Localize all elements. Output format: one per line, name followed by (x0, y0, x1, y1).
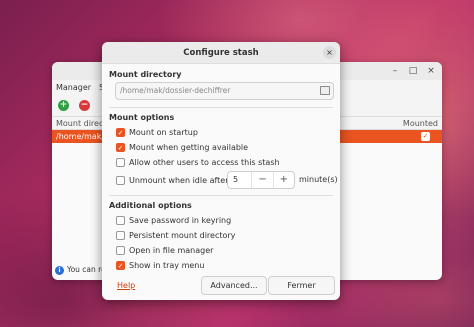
minimize-button[interactable]: – (388, 64, 402, 78)
option-label: Show in tray menu (129, 260, 205, 270)
option-allow-other-users[interactable]: Allow other users to access this stash (116, 156, 280, 168)
option-label: Allow other users to access this stash (129, 157, 280, 167)
option-show-in-tray-menu[interactable]: ✓ Show in tray menu (116, 259, 204, 271)
dialog-titlebar: Configure stash × (102, 42, 340, 64)
row-path: /home/mak/ (56, 132, 105, 141)
idle-minutes-stepper[interactable]: 5 − + (227, 171, 295, 189)
option-label: Unmount when idle after (129, 175, 229, 185)
option-label: Mount when getting available (129, 142, 249, 152)
checkbox-allow-other-users[interactable] (116, 157, 125, 167)
mount-directory-field[interactable]: /home/mak/dossier-dechiffrer (115, 82, 334, 100)
configure-stash-dialog: Configure stash × Mount directory /home/… (102, 42, 340, 300)
mounted-checkbox[interactable]: ✓ (421, 132, 430, 141)
option-persistent-mount-directory[interactable]: Persistent mount directory (116, 229, 235, 241)
close-button[interactable]: Fermer (268, 276, 335, 295)
checkbox-open-in-file-manager[interactable] (116, 245, 125, 255)
idle-minutes-value[interactable]: 5 (228, 172, 251, 188)
menu-manager[interactable]: Manager (56, 83, 91, 92)
remove-icon[interactable]: − (79, 99, 90, 111)
decrement-button[interactable]: − (251, 172, 272, 188)
option-unmount-when-idle[interactable]: Unmount when idle after (116, 174, 229, 186)
option-open-in-file-manager[interactable]: Open in file manager (116, 244, 213, 256)
minutes-unit: minute(s) (299, 175, 338, 184)
divider (109, 195, 333, 196)
folder-icon[interactable] (320, 86, 330, 95)
divider (109, 107, 333, 108)
option-label: Open in file manager (129, 245, 214, 255)
additional-options-title: Additional options (109, 201, 192, 210)
mount-directory-title: Mount directory (109, 70, 182, 79)
window-close-button[interactable]: × (424, 64, 438, 78)
option-label: Save password in keyring (129, 215, 232, 225)
checkbox-unmount-when-idle[interactable] (116, 175, 125, 185)
checkbox-mount-on-startup[interactable]: ✓ (116, 127, 125, 137)
checkbox-mount-when-available[interactable]: ✓ (116, 142, 125, 152)
checkbox-save-password[interactable] (116, 215, 125, 225)
option-label: Mount on startup (129, 127, 198, 137)
column-mount-directory[interactable]: Mount direc (56, 119, 103, 128)
mount-options-title: Mount options (109, 113, 175, 122)
checkbox-persistent-mount-directory[interactable] (116, 230, 125, 240)
increment-button[interactable]: + (272, 172, 294, 188)
status-text: You can re (67, 265, 106, 274)
dialog-title: Configure stash (183, 48, 259, 58)
add-icon[interactable]: + (58, 99, 69, 111)
option-mount-when-available[interactable]: ✓ Mount when getting available (116, 141, 248, 153)
option-mount-on-startup[interactable]: ✓ Mount on startup (116, 126, 198, 138)
option-label: Persistent mount directory (129, 230, 236, 240)
column-mounted[interactable]: Mounted (403, 117, 438, 130)
option-save-password[interactable]: Save password in keyring (116, 214, 231, 226)
mount-directory-value: /home/mak/dossier-dechiffrer (120, 86, 231, 95)
close-icon[interactable]: × (323, 46, 336, 59)
help-link[interactable]: Help (117, 281, 135, 290)
info-icon: i (55, 265, 64, 275)
advanced-button[interactable]: Advanced... (201, 276, 267, 295)
checkbox-show-in-tray-menu[interactable]: ✓ (116, 260, 125, 270)
maximize-button[interactable]: □ (406, 64, 420, 78)
